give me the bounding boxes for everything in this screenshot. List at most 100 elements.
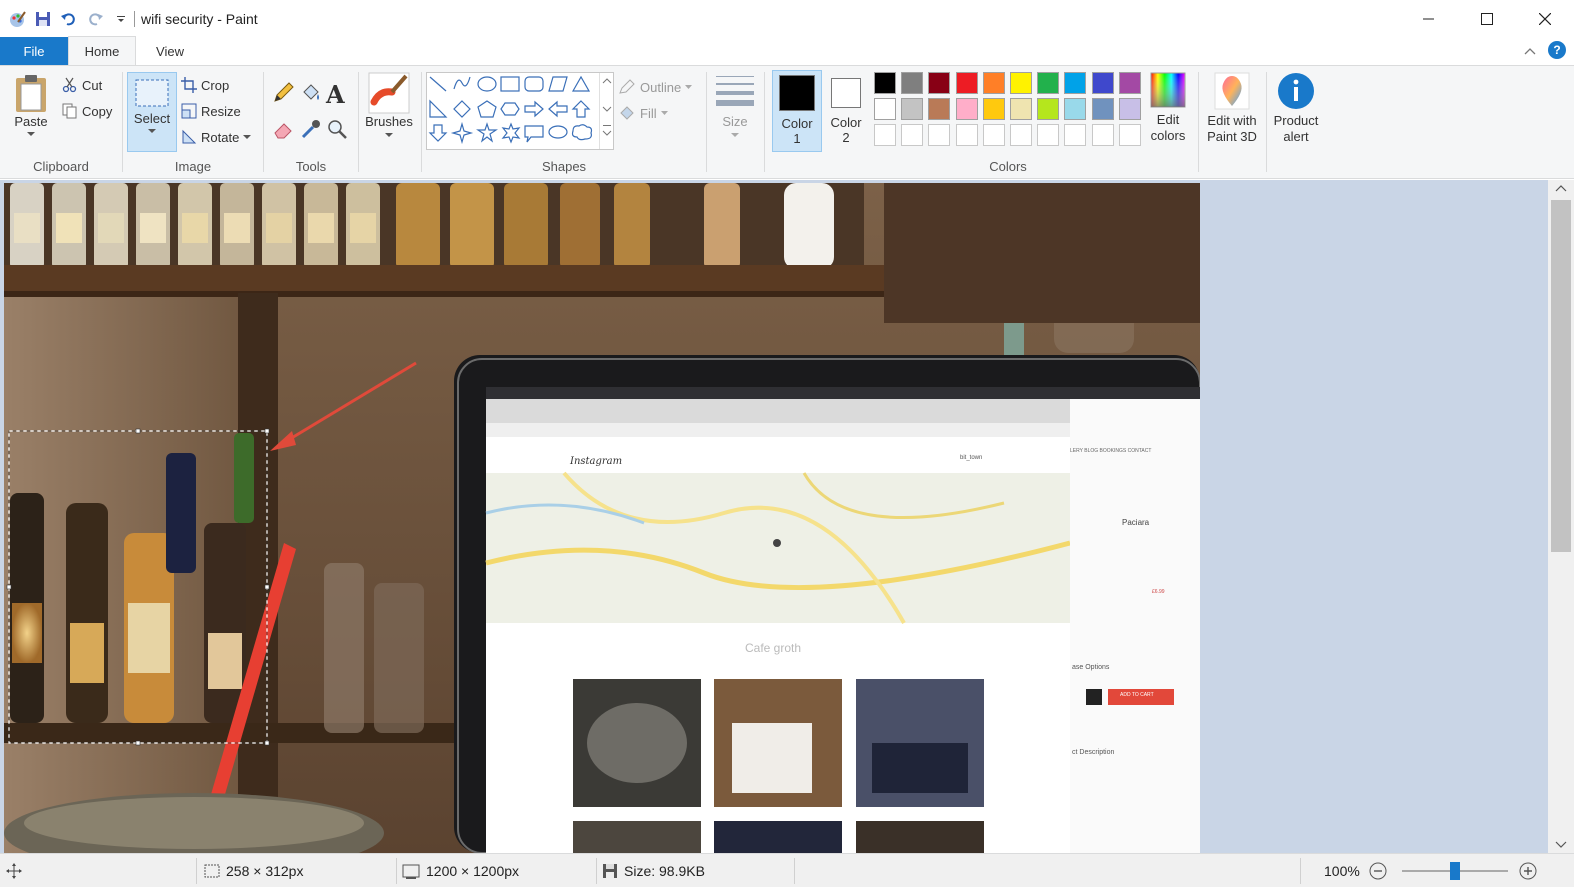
zoom-level-text: 100% xyxy=(1324,863,1360,879)
rotate-button[interactable]: Rotate xyxy=(181,126,252,148)
color-swatch[interactable] xyxy=(874,72,896,94)
zoom-slider[interactable] xyxy=(1400,854,1510,888)
color-swatch[interactable] xyxy=(1064,98,1087,120)
copy-button[interactable]: Copy xyxy=(62,100,112,122)
custom-color-slot[interactable] xyxy=(901,124,924,146)
custom-color-slot[interactable] xyxy=(982,124,1005,146)
outline-icon xyxy=(619,79,635,94)
close-button[interactable] xyxy=(1516,0,1574,37)
vertical-scrollbar[interactable] xyxy=(1548,180,1574,853)
edit-colors-button[interactable]: Edit colors xyxy=(1144,72,1192,143)
colors-group-label: Colors xyxy=(989,159,1027,174)
edit-with-paint3d-button[interactable]: Edit with Paint 3D xyxy=(1202,72,1262,144)
customize-toolbar-icon[interactable] xyxy=(112,10,130,28)
window-title: wifi security - Paint xyxy=(141,10,258,27)
color-swatch[interactable] xyxy=(1010,72,1032,94)
paste-button[interactable]: Paste xyxy=(8,74,54,137)
screen-shop-options: ase Options xyxy=(1072,664,1110,671)
help-icon[interactable]: ? xyxy=(1548,41,1566,59)
resize-label: Resize xyxy=(201,103,241,119)
shapes-group: Outline Fill Shapes xyxy=(422,70,706,176)
color-swatch[interactable] xyxy=(1037,98,1060,120)
color-swatch[interactable] xyxy=(874,98,896,120)
size-dropdown-icon xyxy=(731,133,739,137)
color-swatch[interactable] xyxy=(955,98,978,120)
rotate-icon xyxy=(182,129,197,144)
color1-button[interactable]: Color 1 xyxy=(772,70,822,152)
eraser-icon[interactable] xyxy=(272,118,294,143)
select-button[interactable]: Select xyxy=(127,72,177,152)
color-swatch[interactable] xyxy=(1064,72,1087,94)
title-bar: wifi security - Paint xyxy=(0,0,1574,37)
custom-color-slot[interactable] xyxy=(874,124,896,146)
select-label: Select xyxy=(133,111,171,126)
color-swatch[interactable] xyxy=(1037,72,1060,94)
tab-file[interactable]: File xyxy=(0,37,68,65)
colors-group: Colors xyxy=(870,70,1146,176)
outline-button[interactable]: Outline xyxy=(618,76,693,98)
color-swatch[interactable] xyxy=(1118,72,1141,94)
fill-bucket-icon[interactable] xyxy=(300,82,322,107)
file-size-text: Size: 98.9KB xyxy=(624,863,705,879)
cut-label: Cut xyxy=(82,77,103,93)
select-rectangle-icon xyxy=(135,79,169,107)
brushes-dropdown-icon[interactable] xyxy=(385,133,393,138)
paint-app-icon[interactable] xyxy=(8,10,26,28)
color-swatch[interactable] xyxy=(901,72,924,94)
resize-button[interactable]: Resize xyxy=(181,100,241,122)
color-swatch[interactable] xyxy=(928,98,951,120)
custom-color-slot[interactable] xyxy=(1010,124,1032,146)
image-canvas[interactable]: Instagram bit_town Cafe groth LERY BLOG … xyxy=(4,183,1200,853)
fill-icon xyxy=(620,106,634,120)
shapes-gallery[interactable] xyxy=(426,72,614,150)
rotate-dropdown-icon[interactable] xyxy=(243,134,252,140)
zoom-in-button[interactable] xyxy=(1518,854,1538,888)
tab-home[interactable]: Home xyxy=(68,36,136,65)
collapse-ribbon-icon[interactable] xyxy=(1524,43,1536,58)
magnifier-icon[interactable] xyxy=(326,118,348,143)
pencil-icon[interactable] xyxy=(272,82,294,107)
paint3d-label-line1: Edit with xyxy=(1207,113,1257,128)
canvas-area[interactable]: Instagram bit_town Cafe groth LERY BLOG … xyxy=(0,180,1548,853)
zoom-out-button[interactable] xyxy=(1368,854,1388,888)
color2-button[interactable]: Color 2 xyxy=(822,70,870,152)
group-separator xyxy=(1198,72,1199,172)
product-alert-button[interactable]: Product alert xyxy=(1268,72,1324,144)
color2-label-line2: 2 xyxy=(842,130,850,145)
group-separator xyxy=(764,72,765,172)
shapes-gallery-scroll[interactable] xyxy=(599,73,613,149)
color-picker-icon[interactable] xyxy=(300,118,322,143)
color-swatch[interactable] xyxy=(1010,98,1032,120)
color-swatch[interactable] xyxy=(1118,98,1141,120)
screen-shop-description: ct Description xyxy=(1072,749,1115,756)
zoom-cell: 100% xyxy=(1324,854,1360,888)
color-swatch[interactable] xyxy=(1091,72,1114,94)
paste-dropdown-icon[interactable] xyxy=(27,132,35,137)
minimize-button[interactable] xyxy=(1400,0,1458,37)
color-swatch[interactable] xyxy=(1091,98,1114,120)
custom-color-slot[interactable] xyxy=(1064,124,1087,146)
group-separator xyxy=(358,72,359,172)
text-tool-icon[interactable]: A xyxy=(326,80,345,109)
redo-icon[interactable] xyxy=(86,10,104,28)
brushes-button[interactable]: Brushes xyxy=(362,72,416,138)
color-swatch[interactable] xyxy=(955,72,978,94)
cut-button[interactable]: Cut xyxy=(62,74,102,96)
undo-icon[interactable] xyxy=(60,10,78,28)
save-icon[interactable] xyxy=(34,10,52,28)
custom-color-slot[interactable] xyxy=(1091,124,1114,146)
custom-color-slot[interactable] xyxy=(1118,124,1141,146)
tab-view[interactable]: View xyxy=(136,37,204,65)
custom-color-slot[interactable] xyxy=(1037,124,1060,146)
custom-color-slot[interactable] xyxy=(955,124,978,146)
size-button[interactable]: Size xyxy=(710,72,760,138)
color-swatch[interactable] xyxy=(928,72,951,94)
fill-button[interactable]: Fill xyxy=(618,102,668,124)
crop-button[interactable]: Crop xyxy=(181,74,229,96)
custom-color-slot[interactable] xyxy=(928,124,951,146)
color-swatch[interactable] xyxy=(901,98,924,120)
color-swatch[interactable] xyxy=(982,98,1005,120)
select-dropdown-icon[interactable] xyxy=(148,129,156,134)
maximize-button[interactable] xyxy=(1458,0,1516,37)
color-swatch[interactable] xyxy=(982,72,1005,94)
